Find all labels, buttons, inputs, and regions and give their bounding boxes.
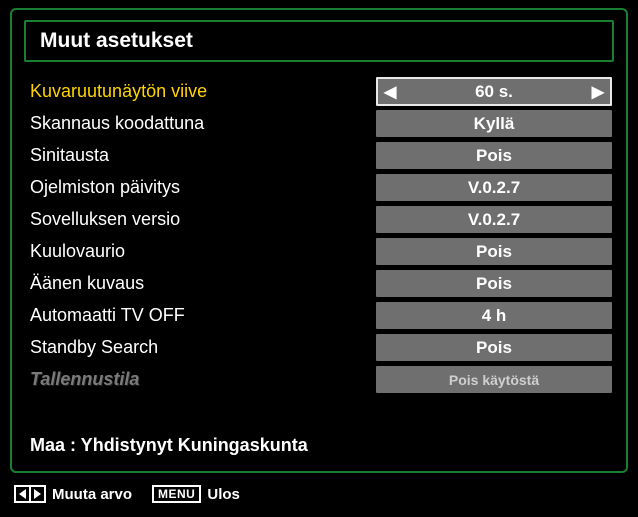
setting-row-auto-tv-off[interactable]: Automaatti TV OFF 4 h <box>26 300 612 331</box>
value-box[interactable]: Pois <box>376 238 612 265</box>
setting-label: Sinitausta <box>26 145 376 166</box>
setting-row-store-mode: Tallennustila Pois käytöstä <box>26 364 612 395</box>
value-box[interactable]: Pois <box>376 142 612 169</box>
setting-row-software-update[interactable]: Ojelmiston päivitys V.0.2.7 <box>26 172 612 203</box>
setting-label: Tallennustila <box>26 369 376 390</box>
setting-value: 60 s. <box>475 82 513 102</box>
value-box[interactable]: 4 h <box>376 302 612 329</box>
setting-row-app-version[interactable]: Sovelluksen versio V.0.2.7 <box>26 204 612 235</box>
page-title: Muut asetukset <box>40 29 598 53</box>
setting-row-hearing-impaired[interactable]: Kuulovaurio Pois <box>26 236 612 267</box>
setting-label: Äänen kuvaus <box>26 273 376 294</box>
setting-value: Pois <box>476 338 512 358</box>
setting-row-standby-search[interactable]: Standby Search Pois <box>26 332 612 363</box>
settings-list: Kuvaruutunäytön viive ◀ 60 s. ▶ Skannaus… <box>24 76 614 395</box>
country-label: Maa : Yhdistynyt Kuningaskunta <box>30 435 614 456</box>
left-right-icon <box>14 485 46 503</box>
title-bar: Muut asetukset <box>24 20 614 62</box>
setting-value: Pois <box>476 274 512 294</box>
setting-value: Pois käytöstä <box>449 372 539 388</box>
menu-button-icon: MENU <box>152 485 201 503</box>
chevron-right-icon[interactable]: ▶ <box>592 82 604 102</box>
setting-label: Skannaus koodattuna <box>26 113 376 134</box>
hint-bar: Muuta arvo MENU Ulos <box>10 485 628 503</box>
chevron-left-icon[interactable]: ◀ <box>384 82 396 102</box>
value-box[interactable]: Kyllä <box>376 110 612 137</box>
setting-label: Automaatti TV OFF <box>26 305 376 326</box>
value-box[interactable]: Pois <box>376 334 612 361</box>
settings-panel: Muut asetukset Kuvaruutunäytön viive ◀ 6… <box>10 8 628 473</box>
setting-row-scan-encoded[interactable]: Skannaus koodattuna Kyllä <box>26 108 612 139</box>
setting-label: Kuulovaurio <box>26 241 376 262</box>
value-box: Pois käytöstä <box>376 366 612 393</box>
setting-row-osd-timeout[interactable]: Kuvaruutunäytön viive ◀ 60 s. ▶ <box>26 76 612 107</box>
setting-value: V.0.2.7 <box>468 210 520 230</box>
setting-row-bluescreen[interactable]: Sinitausta Pois <box>26 140 612 171</box>
setting-value: Kyllä <box>474 114 515 134</box>
footer-region: Maa : Yhdistynyt Kuningaskunta <box>24 435 614 456</box>
value-box[interactable]: Pois <box>376 270 612 297</box>
hint-menu-exit: Ulos <box>207 486 240 503</box>
setting-value: V.0.2.7 <box>468 178 520 198</box>
setting-row-audio-description[interactable]: Äänen kuvaus Pois <box>26 268 612 299</box>
value-box[interactable]: V.0.2.7 <box>376 174 612 201</box>
value-stepper[interactable]: ◀ 60 s. ▶ <box>376 77 612 106</box>
setting-label: Sovelluksen versio <box>26 209 376 230</box>
setting-label: Standby Search <box>26 337 376 358</box>
setting-value: 4 h <box>482 306 507 326</box>
setting-value: Pois <box>476 242 512 262</box>
setting-value: Pois <box>476 146 512 166</box>
value-box[interactable]: V.0.2.7 <box>376 206 612 233</box>
hint-change-value: Muuta arvo <box>52 486 132 503</box>
setting-label: Ojelmiston päivitys <box>26 177 376 198</box>
setting-label: Kuvaruutunäytön viive <box>26 81 376 102</box>
